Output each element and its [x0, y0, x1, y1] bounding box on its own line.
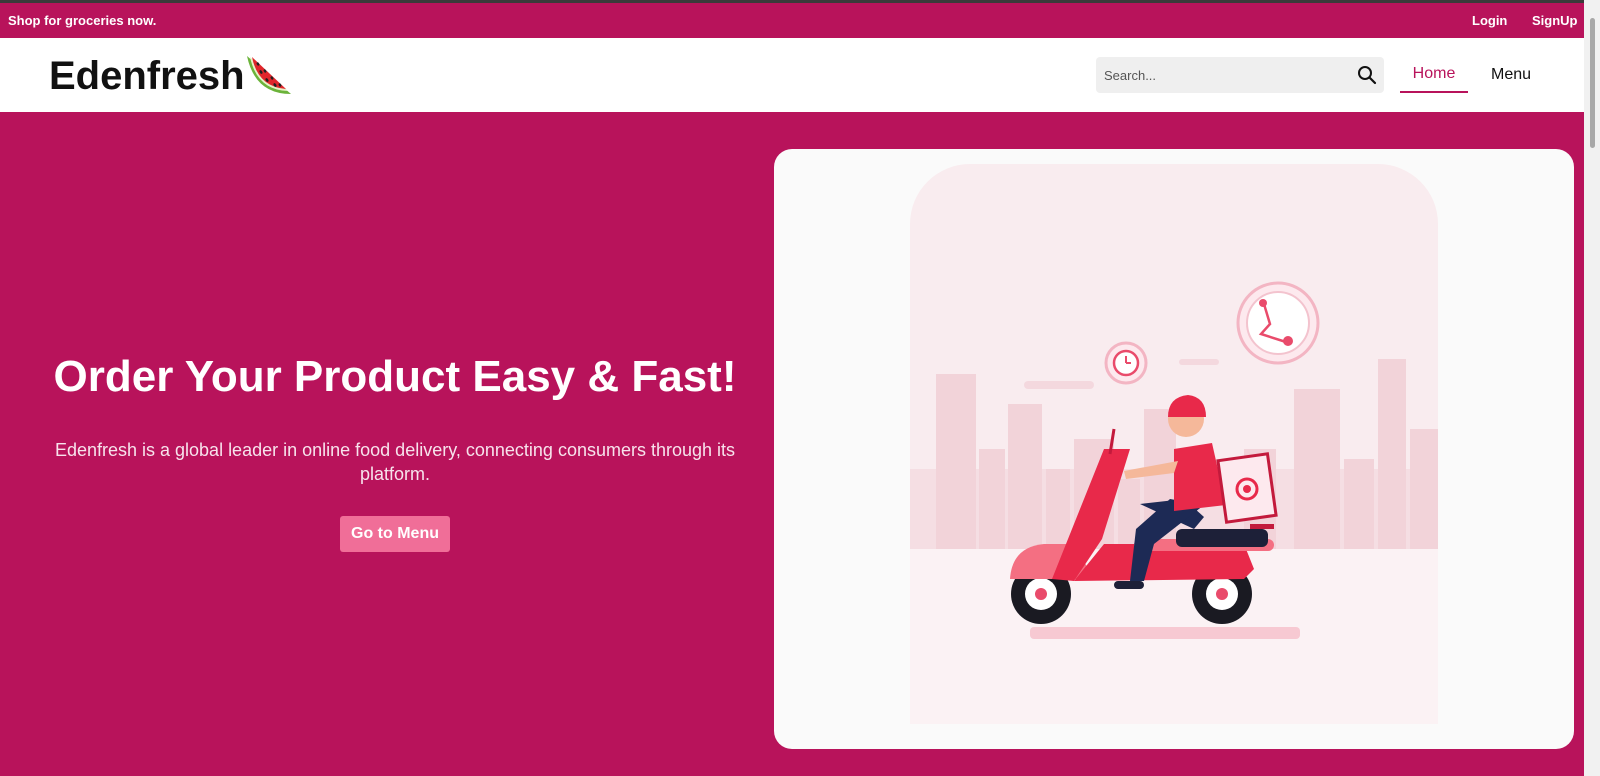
brand-logo[interactable]: Edenfresh [49, 53, 293, 99]
nav-home-link[interactable]: Home [1400, 57, 1468, 93]
hero-title: Order Your Product Easy & Fast! [53, 352, 737, 401]
search-bar [1096, 57, 1384, 93]
login-link[interactable]: Login [1472, 13, 1507, 28]
delivery-scooter-illustration [910, 164, 1438, 724]
search-icon[interactable] [1357, 65, 1377, 85]
watermelon-icon [246, 56, 291, 94]
top-announcement-bar: Shop for groceries now. Login SignUp [0, 3, 1584, 38]
go-to-menu-button[interactable]: Go to Menu [340, 516, 450, 552]
main-header: Edenfresh Home Menu [0, 38, 1584, 112]
search-input[interactable] [1096, 57, 1344, 93]
scrollbar-thumb[interactable] [1590, 18, 1595, 148]
hero-description: Edenfresh is a global leader in online f… [54, 440, 736, 484]
promo-text: Shop for groceries now. [8, 13, 157, 28]
nav-menu-link[interactable]: Menu [1478, 57, 1544, 93]
brand-name: Edenfresh [49, 53, 245, 98]
hero-image-card [774, 149, 1574, 749]
signup-link[interactable]: SignUp [1532, 13, 1578, 28]
